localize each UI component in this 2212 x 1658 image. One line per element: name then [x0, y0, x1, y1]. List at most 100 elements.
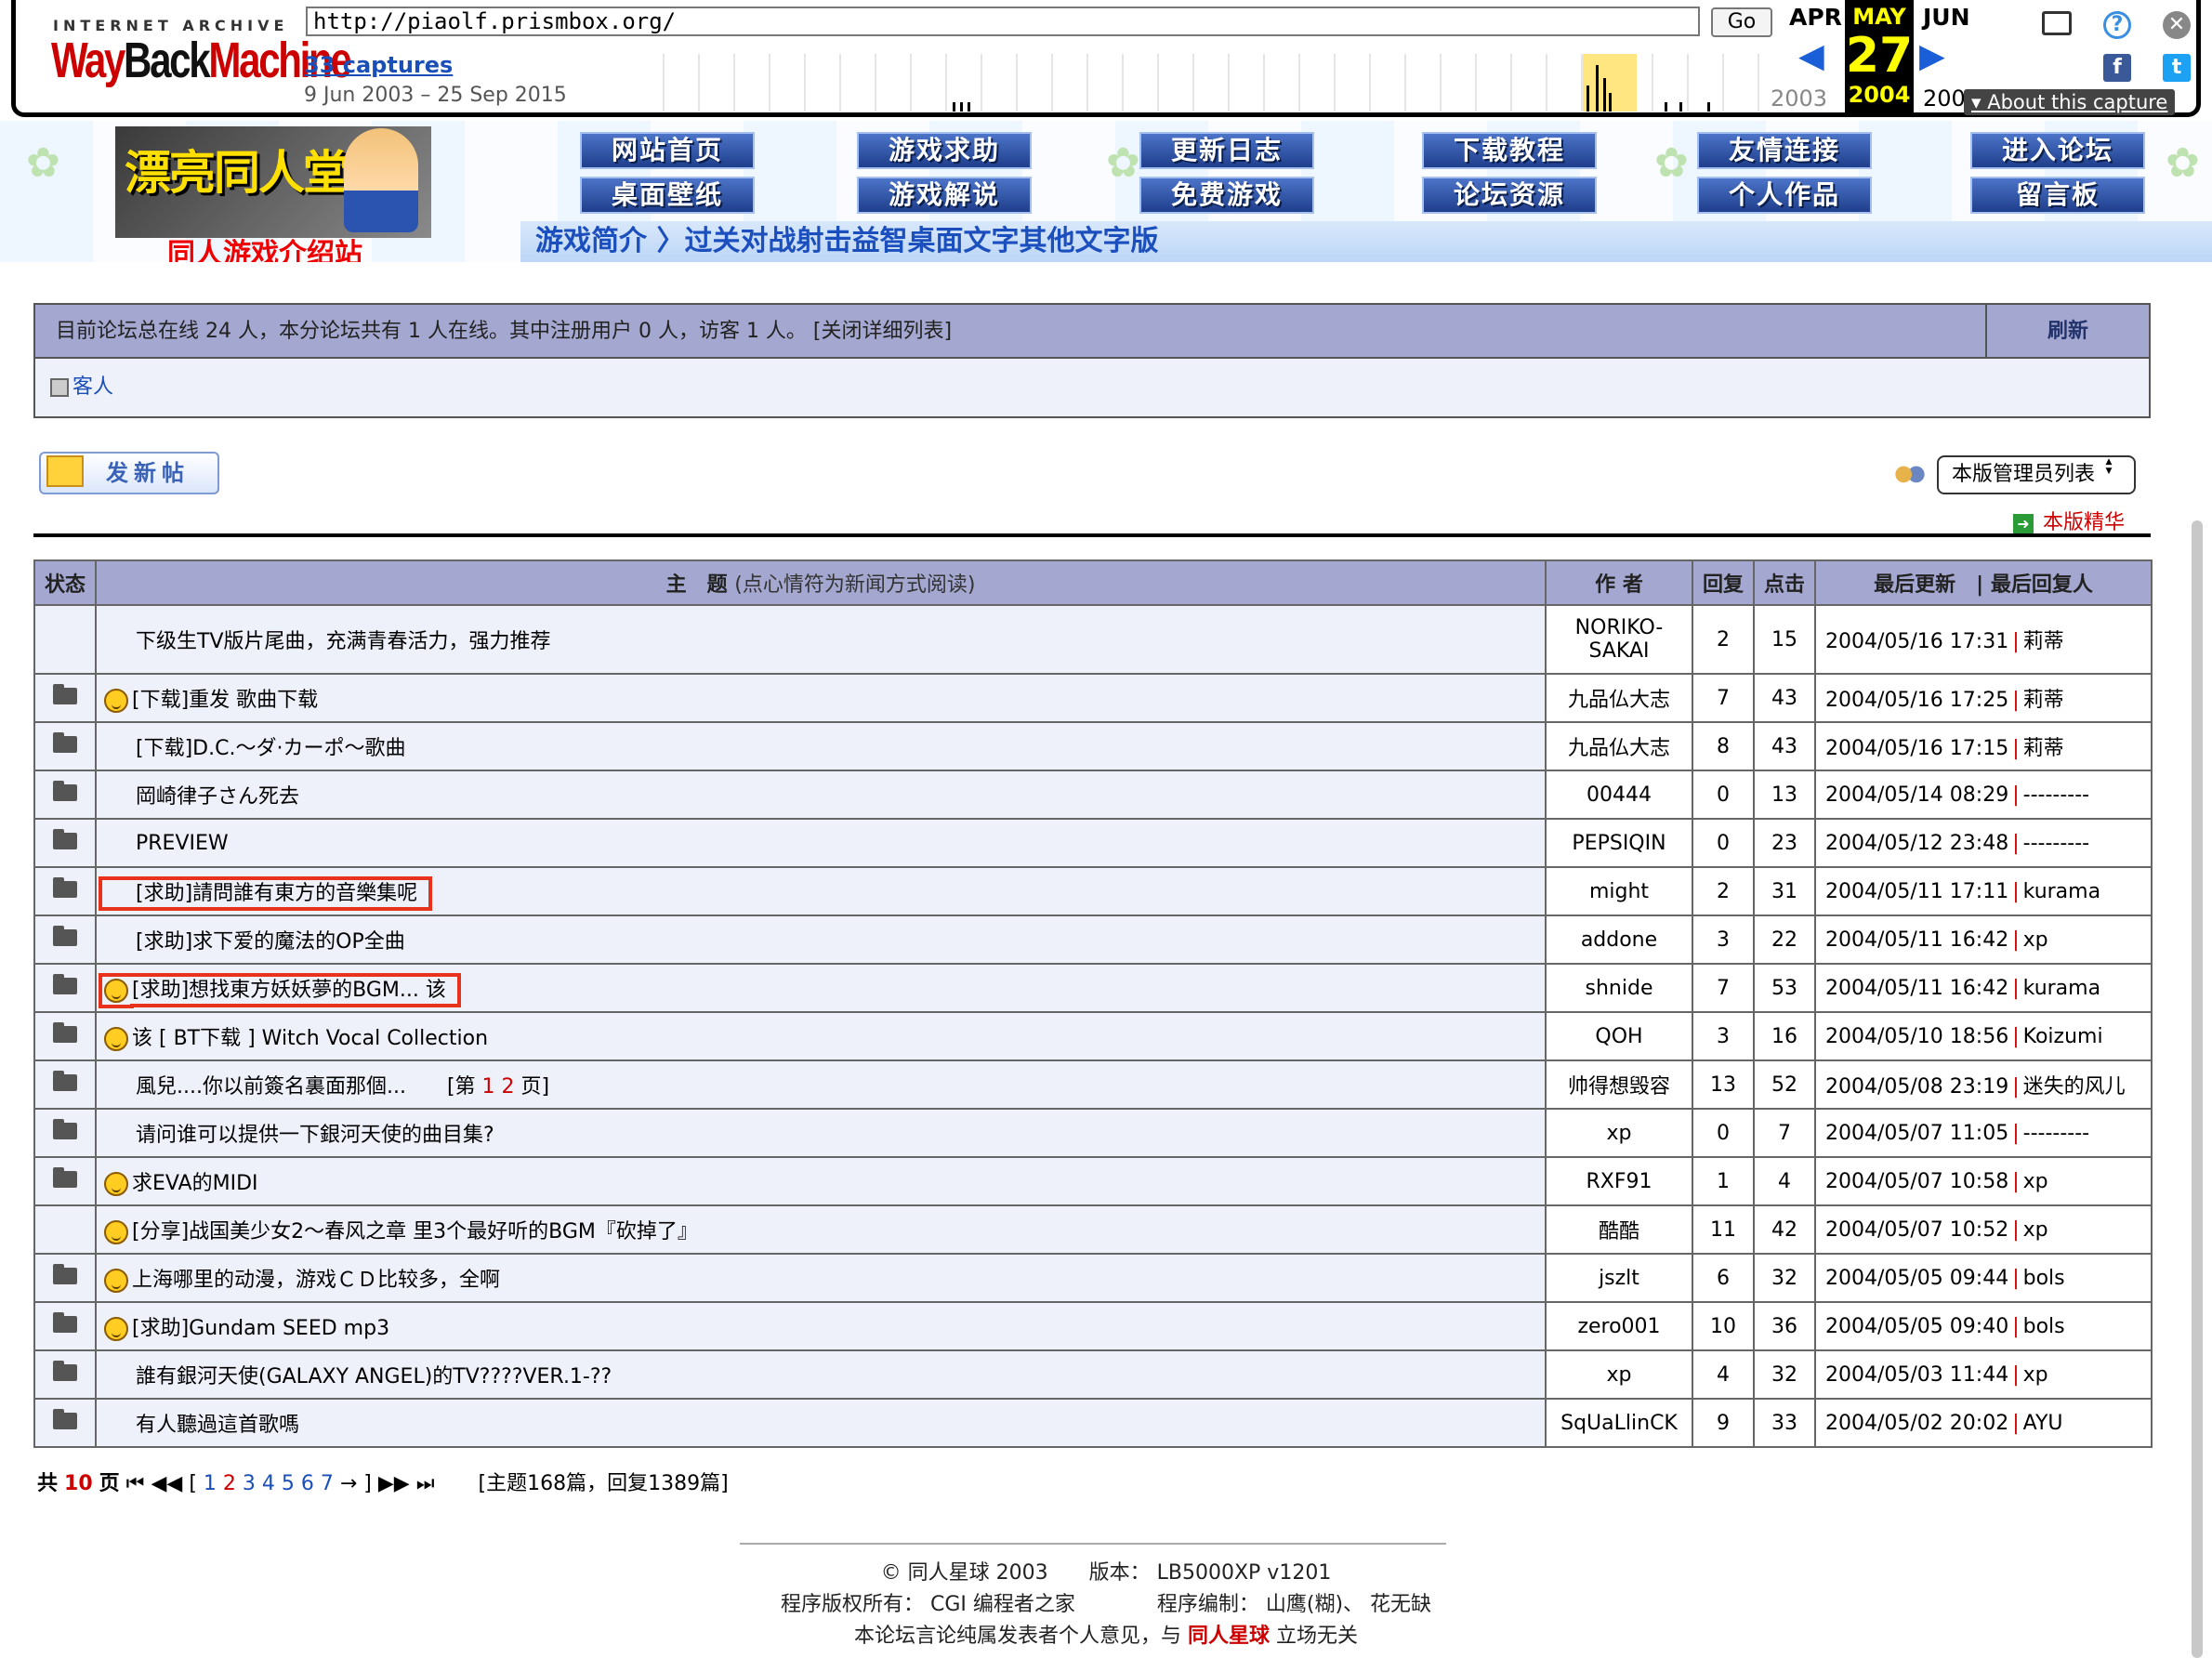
- topic-link[interactable]: PREVIEW: [136, 832, 229, 855]
- site-logo[interactable]: 漂亮同人堂: [115, 126, 431, 238]
- topic-link[interactable]: 有人聽過這首歌嗎: [136, 1414, 299, 1437]
- last-replier-link[interactable]: ---------: [2023, 832, 2089, 855]
- last-replier-link[interactable]: 迷失的风儿: [2023, 1075, 2126, 1099]
- header-last-update[interactable]: 最后更新 | 最后回复人: [1814, 559, 2153, 606]
- last-update-time[interactable]: 2004/05/14 08:29: [1825, 783, 2008, 807]
- last-replier-link[interactable]: ---------: [2023, 783, 2089, 807]
- topic-link[interactable]: [求助]求下爱的魔法的OP全曲: [136, 930, 405, 954]
- last-update-time[interactable]: 2004/05/16 17:25: [1825, 689, 2008, 712]
- topic-link[interactable]: [求助]請問誰有東方的音樂集呢: [136, 882, 417, 905]
- nav-enter-forum[interactable]: 进入论坛: [1970, 132, 2145, 169]
- topic-link[interactable]: 下级生TV版片尾曲，充满青春活力，强力推荐: [136, 630, 551, 653]
- author-link[interactable]: 九品仏大志: [1545, 673, 1693, 723]
- last-update-time[interactable]: 2004/05/11 17:11: [1825, 880, 2008, 903]
- nav-update-log[interactable]: 更新日志: [1139, 132, 1314, 169]
- last-update-time[interactable]: 2004/05/05 09:44: [1825, 1267, 2008, 1290]
- header-clicks[interactable]: 点击: [1753, 559, 1816, 606]
- prev-month[interactable]: APR: [1789, 4, 1842, 31]
- owner-link[interactable]: CGI 编程者之家: [930, 1593, 1075, 1616]
- mood-face-icon[interactable]: [104, 979, 128, 1003]
- header-replies[interactable]: 回复: [1692, 559, 1755, 606]
- header-topic[interactable]: 主 题 (点心情符为新闻方式阅读): [95, 559, 1547, 606]
- nav-personal-works[interactable]: 个人作品: [1697, 177, 1872, 214]
- last-replier-link[interactable]: ---------: [2023, 1122, 2089, 1145]
- page-link[interactable]: 1: [204, 1472, 217, 1495]
- author-link[interactable]: 酷酷: [1545, 1204, 1693, 1255]
- calendar-icon[interactable]: [2042, 11, 2072, 35]
- last-replier-link[interactable]: kurama: [2023, 977, 2100, 1000]
- nav-guestbook[interactable]: 留言板: [1970, 177, 2145, 214]
- nav-forum-resources[interactable]: 论坛资源: [1422, 177, 1597, 214]
- nav-friend-links[interactable]: 友情连接: [1697, 132, 1872, 169]
- topic-link[interactable]: [分享]战国美少女2～春风之章 里3个最好听的BGM『砍掉了』: [132, 1220, 698, 1244]
- go-button[interactable]: Go: [1711, 7, 1772, 37]
- facebook-icon[interactable]: f: [2103, 54, 2131, 82]
- disclaimer-brand[interactable]: 同人星球: [1188, 1625, 1270, 1648]
- nav-free-games[interactable]: 免费游戏: [1139, 177, 1314, 214]
- last-update-time[interactable]: 2004/05/07 11:05: [1825, 1122, 2008, 1145]
- topic-link[interactable]: [下载]D.C.～ダ·カーポ～歌曲: [136, 737, 405, 760]
- topic-link[interactable]: [下载]重发 歌曲下载: [132, 689, 318, 712]
- last-replier-link[interactable]: Koizumi: [2023, 1025, 2103, 1048]
- last-replier-link[interactable]: xp: [2023, 1363, 2048, 1387]
- last-update-time[interactable]: 2004/05/05 09:40: [1825, 1315, 2008, 1338]
- nav-game-help[interactable]: 游戏求助: [857, 132, 1032, 169]
- author-link[interactable]: jszlt: [1545, 1253, 1693, 1303]
- close-icon[interactable]: ✕: [2163, 11, 2191, 39]
- author-link[interactable]: RXF91: [1545, 1156, 1693, 1206]
- author-link[interactable]: 00444: [1545, 770, 1693, 820]
- page-scrollbar[interactable]: [2192, 520, 2203, 1658]
- mood-face-icon[interactable]: [104, 1027, 128, 1051]
- last-update-time[interactable]: 2004/05/12 23:48: [1825, 832, 2008, 855]
- mood-face-icon[interactable]: [104, 1220, 128, 1244]
- last-update-time[interactable]: 2004/05/11 16:42: [1825, 928, 2008, 952]
- help-icon[interactable]: ?: [2103, 11, 2131, 39]
- last-update-time[interactable]: 2004/05/10 18:56: [1825, 1025, 2008, 1048]
- nav-game-guide[interactable]: 游戏解说: [857, 177, 1032, 214]
- last-replier-link[interactable]: xp: [2023, 1218, 2048, 1242]
- dev-link[interactable]: 山鹰(糊)、 花无缺: [1266, 1593, 1431, 1616]
- author-link[interactable]: xp: [1545, 1108, 1693, 1158]
- author-link[interactable]: 帅得想毁容: [1545, 1059, 1693, 1110]
- refresh-button[interactable]: 刷新: [1985, 305, 2149, 357]
- last-replier-link[interactable]: 莉蒂: [2023, 689, 2064, 712]
- header-author[interactable]: 作 者: [1545, 559, 1693, 606]
- first-page-icon[interactable]: ⏮: [126, 1472, 145, 1495]
- last-replier-link[interactable]: AYU: [2023, 1412, 2063, 1435]
- version-link[interactable]: LB5000XP v1201: [1157, 1561, 1332, 1585]
- pages-close[interactable]: → ]: [340, 1472, 372, 1495]
- last-replier-link[interactable]: 莉蒂: [2023, 737, 2064, 760]
- prev-year[interactable]: 2003: [1771, 86, 1827, 112]
- topic-link[interactable]: 求EVA的MIDI: [132, 1172, 258, 1195]
- category-strip[interactable]: 游戏简介 〉过关对战射击益智桌面文字其他文字版: [520, 221, 2212, 262]
- prev-capture-arrow-icon[interactable]: ◀: [1798, 37, 1824, 75]
- last-replier-link[interactable]: xp: [2023, 1170, 2048, 1193]
- author-link[interactable]: PEPSIQIN: [1545, 818, 1693, 868]
- new-post-button[interactable]: 发新帖: [39, 452, 219, 494]
- author-link[interactable]: shnide: [1545, 963, 1693, 1013]
- mood-face-icon[interactable]: [104, 689, 128, 713]
- mood-face-icon[interactable]: [104, 1172, 128, 1196]
- author-link[interactable]: SqUaLlinCK: [1545, 1398, 1693, 1448]
- captures-link[interactable]: 33 captures: [304, 52, 453, 78]
- page-links[interactable]: 3 4 5 6 7: [243, 1472, 334, 1495]
- last-replier-link[interactable]: kurama: [2023, 880, 2100, 903]
- nav-wallpaper[interactable]: 桌面壁纸: [580, 177, 755, 214]
- last-replier-link[interactable]: bols: [2023, 1315, 2065, 1338]
- guest-link[interactable]: 客人: [72, 375, 113, 399]
- author-link[interactable]: might: [1545, 866, 1693, 916]
- mood-face-icon[interactable]: [104, 1269, 128, 1293]
- topic-link[interactable]: [求助]想找東方妖妖夢的BGM... 该: [132, 979, 446, 1002]
- topic-page-links[interactable]: 1 2: [482, 1075, 515, 1099]
- last-update-time[interactable]: 2004/05/02 20:02: [1825, 1412, 2008, 1435]
- last-replier-link[interactable]: bols: [2023, 1267, 2065, 1290]
- topic-link[interactable]: [求助]Gundam SEED mp3: [132, 1317, 389, 1340]
- last-update-time[interactable]: 2004/05/11 16:42: [1825, 977, 2008, 1000]
- last-update-time[interactable]: 2004/05/07 10:52: [1825, 1218, 2008, 1242]
- prev-page-icon[interactable]: ◀◀: [151, 1472, 182, 1495]
- last-update-time[interactable]: 2004/05/03 11:44: [1825, 1363, 2008, 1387]
- twitter-icon[interactable]: t: [2163, 54, 2191, 82]
- last-update-time[interactable]: 2004/05/08 23:19: [1825, 1075, 2008, 1099]
- author-link[interactable]: 九品仏大志: [1545, 721, 1693, 771]
- capture-sparkline[interactable]: [629, 54, 1782, 112]
